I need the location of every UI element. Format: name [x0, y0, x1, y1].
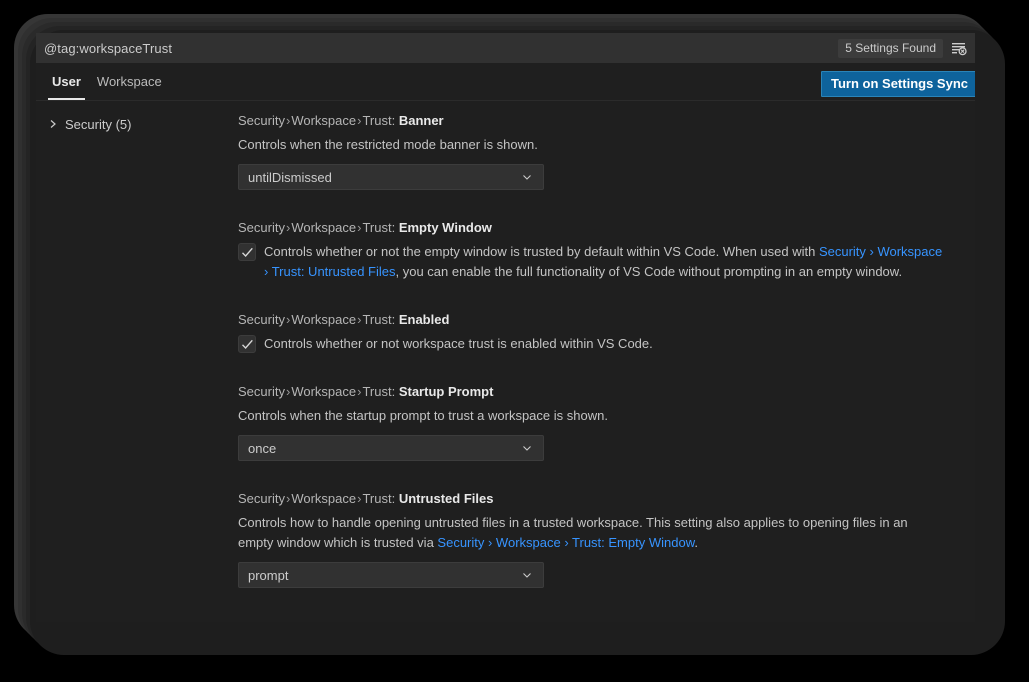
setting-checkbox-enabled[interactable] [238, 335, 256, 353]
breadcrumb-2: Workspace [291, 491, 356, 506]
setting-name: Enabled [399, 312, 450, 327]
setting-description: Controls when the startup prompt to trus… [238, 406, 938, 426]
setting-title: Security›Workspace›Trust: Enabled [238, 311, 947, 329]
description-text-part1: Controls whether or not the empty window… [264, 244, 819, 259]
settings-list: Security›Workspace›Trust: Banner Control… [232, 101, 975, 622]
setting-title: Security›Workspace›Trust: Startup Prompt [238, 383, 947, 401]
tab-workspace[interactable]: Workspace [89, 63, 170, 100]
setting-dropdown-untrusted-files[interactable]: prompt [238, 562, 544, 588]
setting-dropdown-banner[interactable]: untilDismissed [238, 164, 544, 190]
setting-checkbox-empty-window[interactable] [238, 243, 256, 261]
chevron-down-icon [519, 440, 535, 456]
toc-item-label: Security (5) [65, 117, 131, 132]
setting-description: Controls whether or not the empty window… [264, 242, 947, 282]
settings-found-badge: 5 Settings Found [838, 39, 943, 58]
clear-filter-icon[interactable] [949, 38, 969, 58]
setting-name: Untrusted Files [399, 491, 494, 506]
setting-description: Controls how to handle opening untrusted… [238, 513, 938, 553]
setting-title: Security›Workspace›Trust: Empty Window [238, 219, 947, 237]
breadcrumb-1: Security [238, 113, 285, 128]
breadcrumb-3: Trust: [362, 312, 395, 327]
toc-item-security[interactable]: Security (5) [42, 113, 232, 135]
settings-scope-tabs: User Workspace Turn on Settings Sync [36, 63, 975, 101]
setting-row-untrusted-files: Security›Workspace›Trust: Untrusted File… [238, 490, 947, 588]
setting-row-banner: Security›Workspace›Trust: Banner Control… [238, 112, 947, 190]
dropdown-value: untilDismissed [248, 170, 519, 185]
breadcrumb-3: Trust: [362, 113, 395, 128]
setting-row-startup-prompt: Security›Workspace›Trust: Startup Prompt… [238, 383, 947, 461]
dropdown-value: once [248, 441, 519, 456]
breadcrumb-3: Trust: [362, 384, 395, 399]
tab-user[interactable]: User [44, 63, 89, 100]
chevron-down-icon [519, 567, 535, 583]
breadcrumb-2: Workspace [291, 220, 356, 235]
breadcrumb-2: Workspace [291, 312, 356, 327]
description-text-part2: . [694, 535, 698, 550]
setting-title: Security›Workspace›Trust: Untrusted File… [238, 490, 947, 508]
breadcrumb-1: Security [238, 491, 285, 506]
breadcrumb-1: Security [238, 384, 285, 399]
setting-description: Controls when the restricted mode banner… [238, 135, 938, 155]
setting-name: Startup Prompt [399, 384, 494, 399]
breadcrumb-3: Trust: [362, 220, 395, 235]
breadcrumb-3: Trust: [362, 491, 395, 506]
breadcrumb-2: Workspace [291, 113, 356, 128]
settings-search-input[interactable] [44, 41, 838, 56]
setting-name: Banner [399, 113, 444, 128]
settings-body: Security (5) Security›Workspace›Trust: B… [36, 101, 975, 622]
chevron-down-icon [519, 169, 535, 185]
turn-on-settings-sync-button[interactable]: Turn on Settings Sync [821, 71, 975, 97]
setting-link-empty-window[interactable]: Security › Workspace › Trust: Empty Wind… [437, 535, 694, 550]
dropdown-value: prompt [248, 568, 519, 583]
description-text-part2: , you can enable the full functionality … [395, 264, 902, 279]
setting-description: Controls whether or not workspace trust … [264, 334, 653, 354]
setting-title: Security›Workspace›Trust: Banner [238, 112, 947, 130]
breadcrumb-1: Security [238, 220, 285, 235]
chevron-right-icon[interactable] [46, 117, 60, 131]
settings-table-of-contents: Security (5) [36, 101, 232, 622]
breadcrumb-2: Workspace [291, 384, 356, 399]
setting-dropdown-startup-prompt[interactable]: once [238, 435, 544, 461]
setting-row-empty-window: Security›Workspace›Trust: Empty Window C… [238, 219, 947, 282]
breadcrumb-1: Security [238, 312, 285, 327]
settings-search-bar: 5 Settings Found [36, 33, 975, 63]
setting-name: Empty Window [399, 220, 492, 235]
setting-row-enabled: Security›Workspace›Trust: Enabled Contro… [238, 311, 947, 354]
settings-editor-window: 5 Settings Found User Workspace Turn on … [36, 33, 975, 622]
